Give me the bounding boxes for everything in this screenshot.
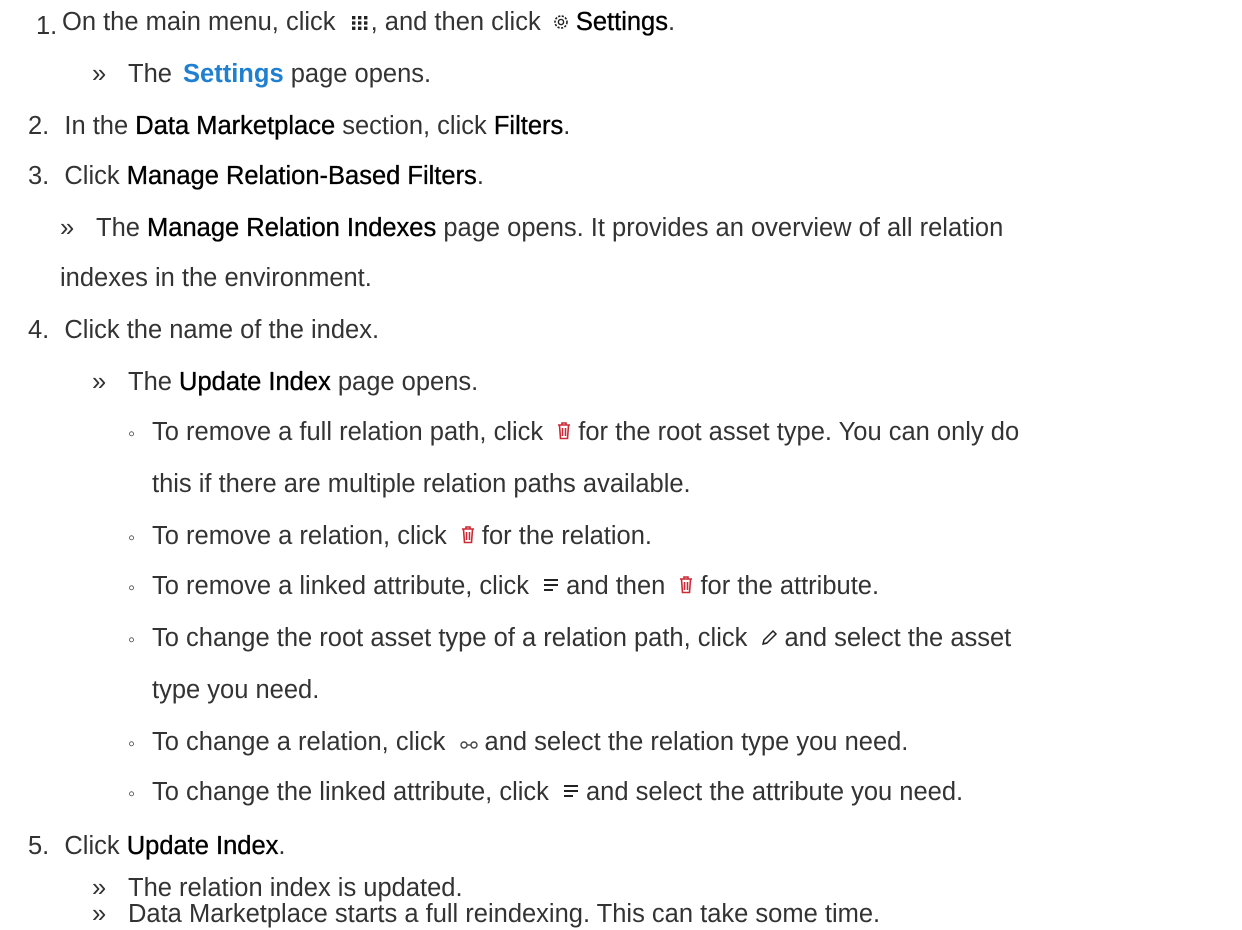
result-text: page opens. It provides an overview of a… [443, 214, 1004, 242]
step-text: On the main menu, click [62, 8, 336, 36]
bullet: ◦ [128, 629, 136, 651]
sub-text: To remove a linked attribute, click [152, 572, 529, 600]
sub-item-4-cont: type you need. [152, 674, 319, 706]
update-index-button-label: Update Index [126, 832, 279, 860]
sub-item-1-cont: this if there are multiple relation path… [152, 468, 691, 500]
punct: . [667, 8, 676, 36]
trash-icon [678, 571, 694, 603]
step-2: 2. In the Data Marketplace section, clic… [28, 110, 570, 142]
settings-menu-label: Settings [575, 8, 668, 36]
sub-text: for the attribute. [700, 572, 880, 600]
step-text: , and then click [370, 8, 541, 36]
sub-text: and then [566, 572, 666, 600]
result-marker: » [60, 214, 75, 242]
punct: . [278, 832, 286, 860]
sub-text: To change a relation, click [152, 728, 446, 756]
attribute-list-icon [562, 777, 580, 809]
step-3: 3. Click Manage Relation-Based Filters. [28, 160, 484, 192]
step-1: 1. On the main menu, click , and then cl… [36, 6, 676, 40]
result-text: page opens. [290, 60, 432, 88]
apps-grid-icon [351, 7, 369, 39]
trash-icon [556, 417, 572, 449]
sub-text: for the root asset type. You can only do [578, 418, 1020, 446]
punct: . [563, 112, 571, 140]
step-number: 5. [28, 832, 50, 860]
sub-item-1: ◦ To remove a full relation path, click f… [128, 416, 1019, 450]
sub-text: for the relation. [481, 522, 652, 550]
manage-relation-indexes-label: Manage Relation Indexes [147, 214, 437, 242]
result-text: indexes in the environment. [60, 264, 372, 292]
bullet: ◦ [128, 423, 136, 445]
result-marker: » [92, 368, 107, 396]
sub-text: To remove a relation, click [152, 522, 447, 550]
step-text: Click the name of the index. [64, 316, 380, 344]
trash-icon [460, 521, 476, 553]
update-index-page-label: Update Index [179, 368, 331, 396]
result-marker: » [92, 60, 107, 88]
sub-item-6: ◦ To change the linked attribute, click a… [128, 776, 963, 810]
step-number: 3. [28, 162, 50, 190]
step-3-result-cont: indexes in the environment. [60, 262, 372, 294]
step-number: 4. [28, 316, 50, 344]
sub-item-2: ◦ To remove a relation, click for the rel… [128, 520, 652, 554]
sub-text: and select the relation type you need. [484, 728, 909, 756]
result-text: The [96, 214, 140, 242]
sub-text: To change the linked attribute, click [152, 778, 549, 806]
step-text: Click [64, 832, 120, 860]
result-text: The [128, 368, 172, 396]
step-5-result-2: » Data Marketplace starts a full reindexi… [92, 898, 880, 930]
punct: . [476, 162, 484, 190]
step-3-result: » The Manage Relation Indexes page opens.… [60, 212, 1003, 244]
filters-label: Filters [493, 112, 564, 140]
bullet: ◦ [128, 577, 136, 599]
bullet: ◦ [128, 733, 136, 755]
step-5: 5. Click Update Index. [28, 830, 286, 862]
step-number: 1. [36, 12, 58, 40]
step-number: 2. [28, 112, 50, 140]
sub-text: To remove a full relation path, click [152, 418, 544, 446]
attribute-list-icon [542, 571, 560, 603]
pencil-edit-icon [760, 623, 778, 655]
step-text: section, click [342, 112, 487, 140]
settings-page-link[interactable]: Settings [183, 60, 284, 88]
step-4-result: » The Update Index page opens. [92, 366, 478, 398]
sub-item-4: ◦ To change the root asset type of a rela… [128, 622, 1011, 656]
relation-link-icon [459, 727, 479, 759]
step-1-result: » The Settings page opens. [92, 58, 431, 90]
result-text: Data Marketplace starts a full reindexin… [128, 900, 881, 928]
sub-text: and select the attribute you need. [586, 778, 964, 806]
result-text: The [128, 60, 172, 88]
result-text: page opens. [337, 368, 479, 396]
sub-text: this if there are multiple relation path… [152, 470, 691, 498]
procedure-document: 1. On the main menu, click , and then cl… [0, 0, 1242, 928]
sub-text: and select the asset [784, 624, 1012, 652]
sub-item-5: ◦ To change a relation, click and select … [128, 726, 908, 760]
bullet: ◦ [128, 783, 136, 805]
sub-text: type you need. [152, 676, 320, 704]
step-4: 4. Click the name of the index. [28, 314, 379, 346]
bullet: ◦ [128, 527, 136, 549]
data-marketplace-label: Data Marketplace [135, 112, 336, 140]
sub-text: To change the root asset type of a relat… [152, 624, 748, 652]
step-text: Click [64, 162, 120, 190]
settings-gear-icon [552, 7, 570, 39]
sub-item-3: ◦ To remove a linked attribute, click and… [128, 570, 879, 604]
manage-relation-filters-label: Manage Relation-Based Filters [126, 162, 477, 190]
result-marker: » [92, 900, 107, 928]
step-text: In the [64, 112, 129, 140]
